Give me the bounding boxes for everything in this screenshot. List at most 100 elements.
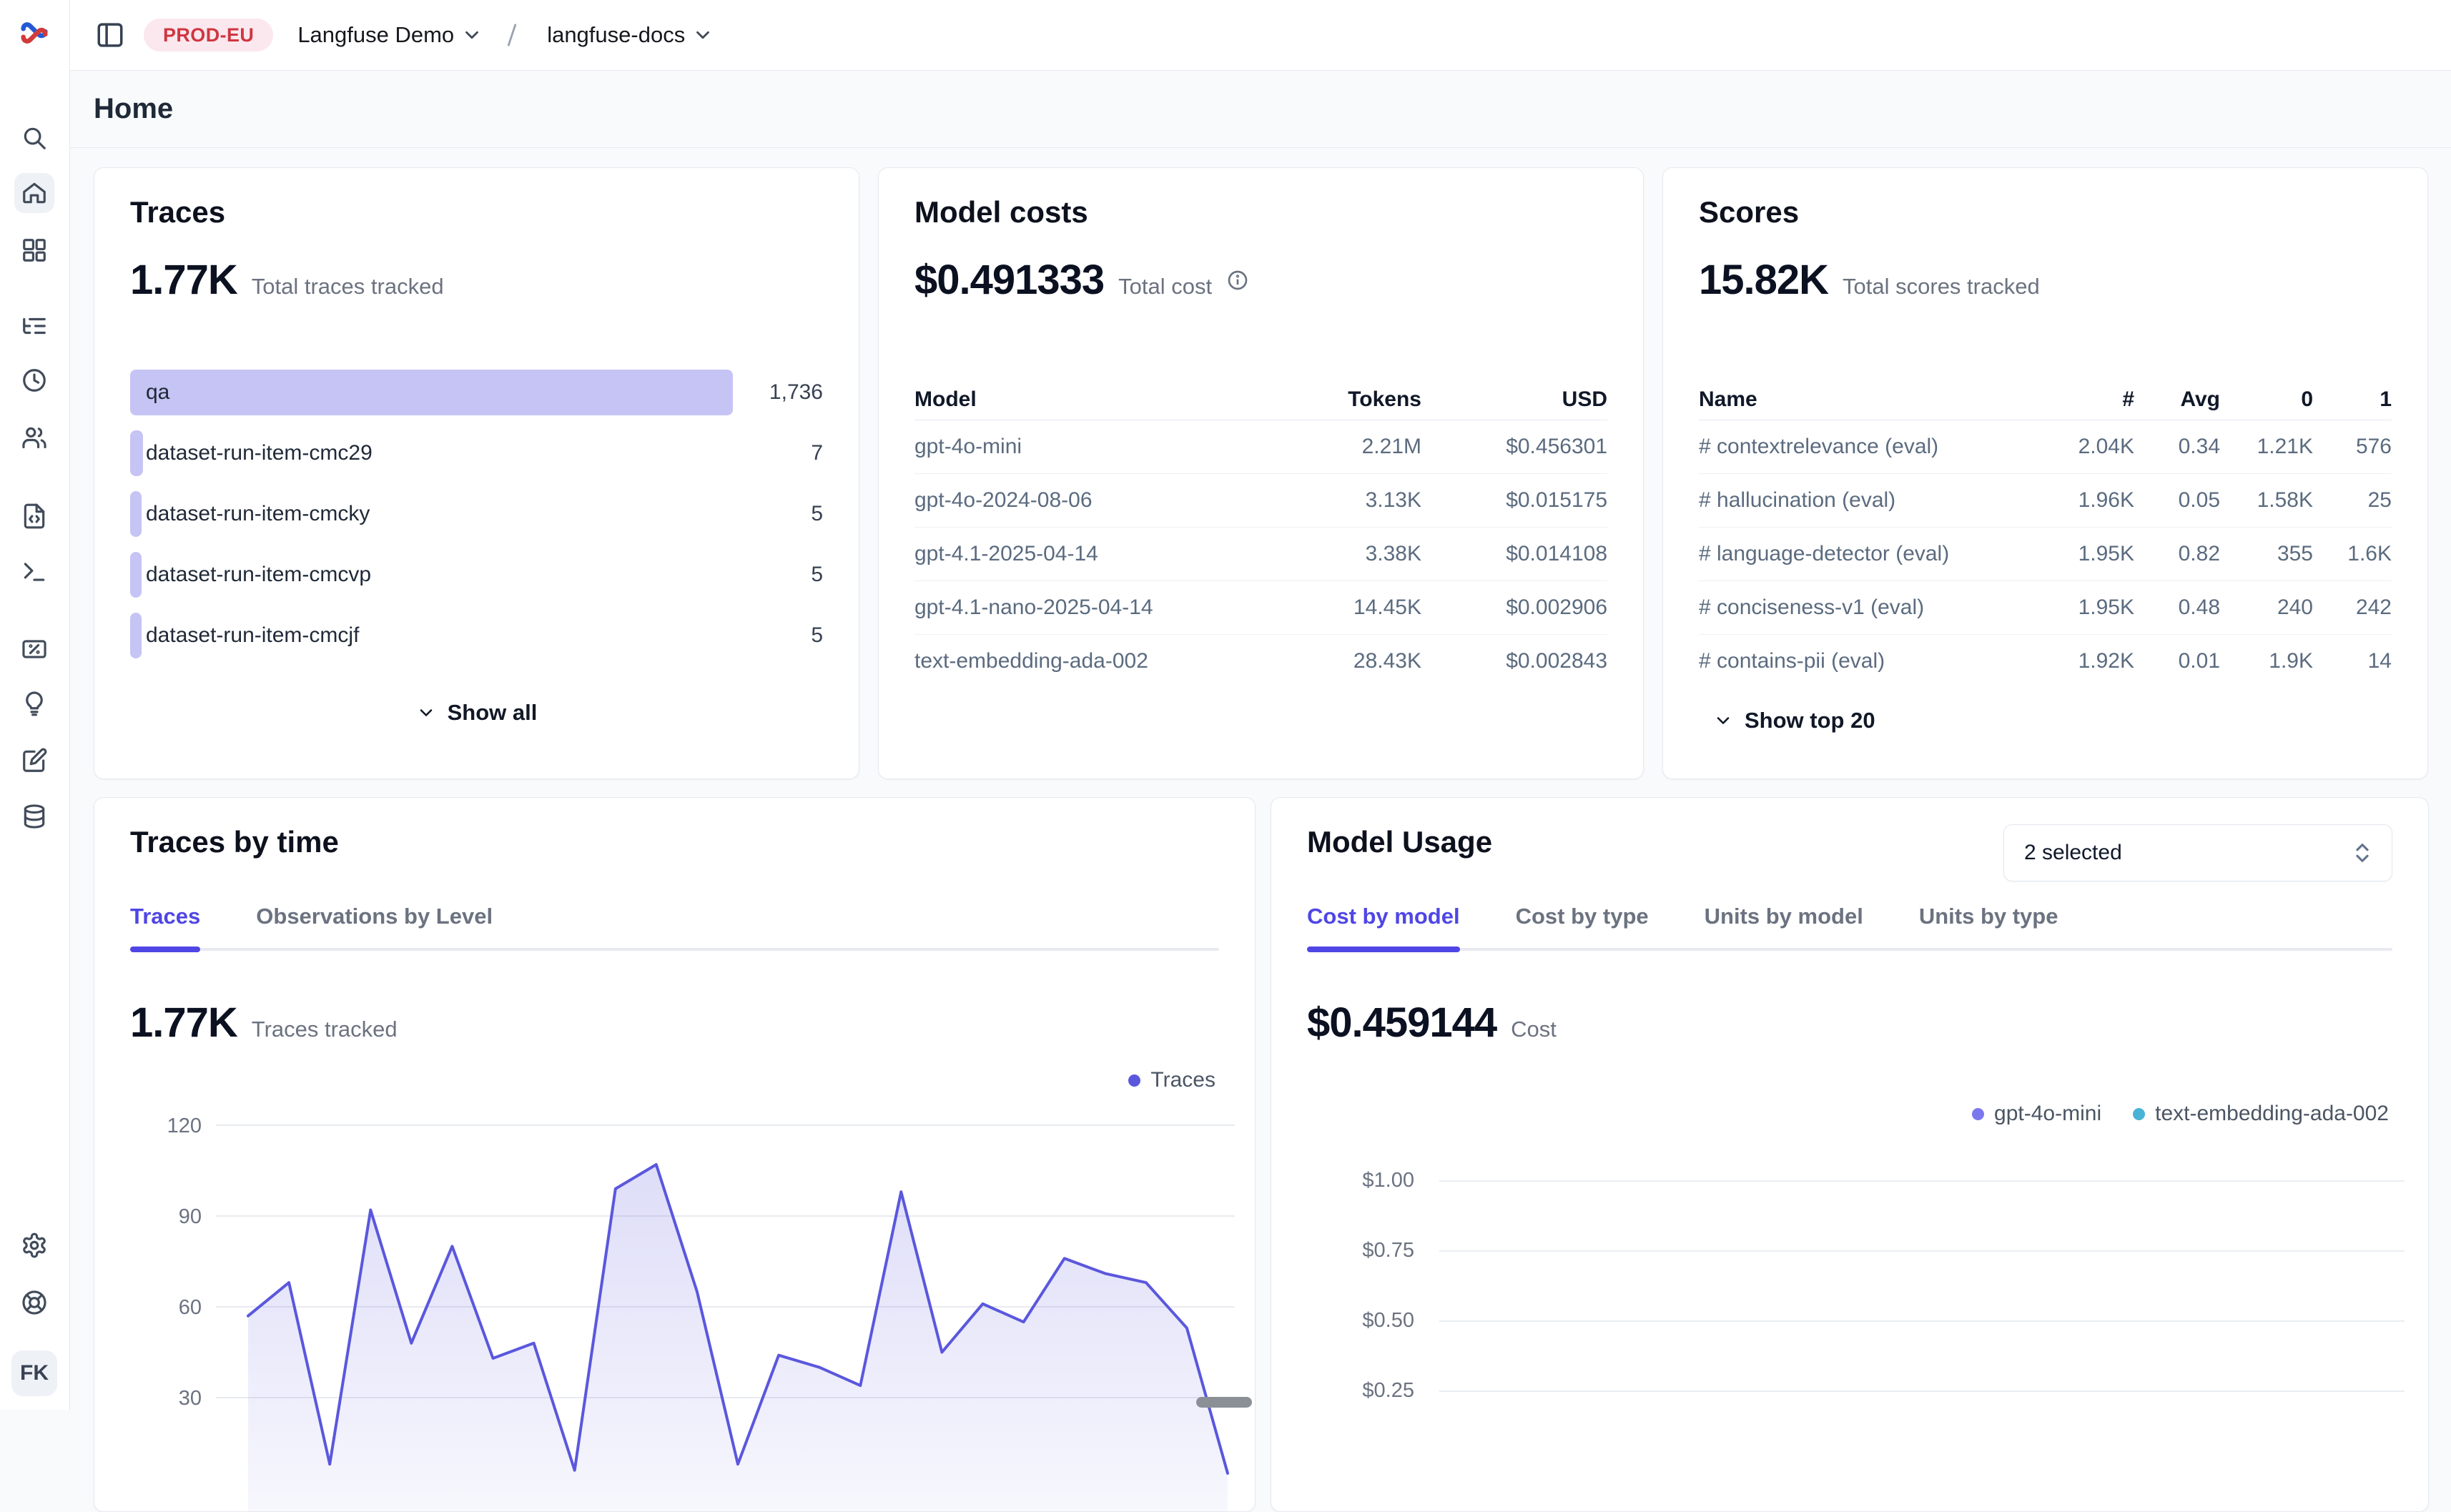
trace-list-item[interactable]: dataset-run-item-cmcjf 5	[130, 613, 823, 658]
show-all-button[interactable]: Show all	[130, 700, 823, 726]
table-row: text-embedding-ada-00228.43K$0.002843	[914, 635, 1607, 688]
scores-metric: 15.82K Total scores tracked	[1699, 258, 2392, 302]
sidebar-item-users[interactable]	[14, 417, 54, 458]
lightbulb-icon	[21, 690, 48, 717]
org-switcher[interactable]: Langfuse Demo	[297, 22, 483, 48]
y-axis-tick: 90	[179, 1205, 202, 1228]
model-usage-metric-label: Cost	[1511, 1017, 1557, 1042]
bottom-cards-row: Traces by time TracesObservations by Lev…	[94, 797, 2428, 1512]
active-tab-underline	[130, 947, 200, 952]
tab-observations-by-level[interactable]: Observations by Level	[256, 904, 493, 929]
tab-units-by-model[interactable]: Units by model	[1705, 904, 1863, 929]
tab-traces[interactable]: Traces	[130, 904, 200, 929]
trace-count: 7	[811, 430, 823, 476]
sidebar-item-suggestions[interactable]	[14, 683, 54, 723]
model-usage-tabs: Cost by model Cost by type Units by model U…	[1307, 904, 2392, 929]
legend-dot	[1128, 1074, 1140, 1087]
column-header: Name	[1699, 387, 2056, 412]
trace-list-item[interactable]: qa 1,736	[130, 370, 823, 415]
row-label: # hallucination (eval)	[1699, 488, 2056, 513]
row-value: 0.82	[2134, 542, 2220, 566]
traces-list: qa 1,736 dataset-run-item-cmc29 7 datase…	[130, 370, 823, 658]
sidebar-item-home[interactable]	[14, 173, 54, 213]
column-header: USD	[1421, 387, 1607, 412]
breadcrumb-slash-icon	[501, 21, 523, 49]
row-value: 576	[2313, 435, 2392, 459]
table-header: Name#Avg01	[1699, 380, 2392, 420]
legend-label: text-embedding-ada-002	[2155, 1102, 2389, 1126]
trace-list-item[interactable]: dataset-run-item-cmc29 7	[130, 430, 823, 476]
terminal-icon	[21, 558, 48, 585]
user-avatar[interactable]: FK	[11, 1350, 57, 1396]
traces-by-time-tabs: Traces Observations by Level	[130, 904, 1219, 929]
row-value: $0.002906	[1421, 596, 1607, 620]
row-value: 1.95K	[2056, 542, 2134, 566]
project-switcher[interactable]: langfuse-docs	[547, 22, 714, 48]
legend-item[interactable]: gpt-4o-mini	[1972, 1102, 2101, 1126]
gridline	[1439, 1180, 2405, 1182]
table-row: # language-detector (eval)1.95K0.823551.…	[1699, 528, 2392, 581]
sidebar-item-annotation[interactable]	[14, 741, 54, 781]
sidebar-item-sessions[interactable]	[14, 360, 54, 400]
y-axis-row: $1.00	[1307, 1169, 2405, 1192]
tab-cost-by-type[interactable]: Cost by type	[1516, 904, 1649, 929]
y-axis-tick: $0.50	[1307, 1309, 1414, 1333]
sidebar: FK	[0, 0, 70, 1410]
table-row: # contextrelevance (eval)2.04K0.341.21K5…	[1699, 420, 2392, 474]
project-name: langfuse-docs	[547, 22, 685, 48]
sidebar-item-search[interactable]	[14, 118, 54, 158]
legend-item[interactable]: Traces	[1128, 1068, 1215, 1092]
model-select-dropdown[interactable]: 2 selected	[2003, 824, 2392, 881]
sidebar-item-datasets[interactable]	[14, 796, 54, 836]
sidebar-item-settings[interactable]	[14, 1225, 54, 1265]
sidebar-item-prompts[interactable]	[14, 496, 54, 536]
info-icon[interactable]	[1226, 269, 1249, 292]
dashboards-icon	[21, 237, 48, 264]
row-value: 0.48	[2134, 596, 2220, 620]
model-usage-metric-value: $0.459144	[1307, 1001, 1496, 1045]
row-value: 1.92K	[2056, 649, 2134, 673]
lifebuoy-icon	[21, 1289, 48, 1316]
trace-name: qa	[146, 370, 169, 415]
y-axis-row: $0.50	[1307, 1309, 2405, 1333]
legend-label: Traces	[1150, 1068, 1215, 1092]
sidebar-item-tracing[interactable]	[14, 306, 54, 346]
sidebar-item-dashboards[interactable]	[14, 230, 54, 270]
sidebar-item-evaluators[interactable]	[14, 629, 54, 669]
gear-icon	[21, 1232, 48, 1259]
trace-list-item[interactable]: dataset-run-item-cmcvp 5	[130, 552, 823, 598]
row-value: 1.9K	[2220, 649, 2313, 673]
row-value: $0.456301	[1421, 435, 1607, 459]
trace-bar	[130, 613, 142, 658]
active-tab-underline	[1307, 947, 1460, 952]
row-value: 2.21M	[1257, 435, 1421, 459]
trace-list-item[interactable]: dataset-run-item-cmcky 5	[130, 491, 823, 537]
sidebar-item-support[interactable]	[14, 1283, 54, 1323]
y-axis-row: $0.25	[1307, 1379, 2405, 1403]
column-header: Tokens	[1257, 387, 1421, 412]
database-icon	[21, 803, 48, 830]
table-row: gpt-4o-2024-08-063.13K$0.015175	[914, 474, 1607, 528]
horizontal-scrollbar-thumb[interactable]	[1196, 1397, 1252, 1408]
scores-metric-label: Total scores tracked	[1843, 274, 2040, 300]
table-row: # hallucination (eval)1.96K0.051.58K25	[1699, 474, 2392, 528]
row-value: 14.45K	[1257, 596, 1421, 620]
row-value: 0.34	[2134, 435, 2220, 459]
tab-cost-by-model[interactable]: Cost by model	[1307, 904, 1460, 929]
top-cards-row: Traces 1.77K Total traces tracked qa 1,7…	[94, 167, 2428, 779]
tab-units-by-type[interactable]: Units by type	[1919, 904, 2058, 929]
model-costs-title: Model costs	[914, 195, 1607, 229]
show-top-20-button[interactable]: Show top 20	[1699, 708, 2392, 733]
table-row: # contains-pii (eval)1.92K0.011.9K14	[1699, 635, 2392, 688]
legend-item[interactable]: text-embedding-ada-002	[2133, 1102, 2389, 1126]
row-label: gpt-4o-2024-08-06	[914, 488, 1257, 513]
scores-metric-value: 15.82K	[1699, 258, 1828, 302]
sidebar-item-playground[interactable]	[14, 552, 54, 592]
row-value: 0.05	[2134, 488, 2220, 513]
y-axis-row: $0.75	[1307, 1239, 2405, 1263]
row-value: $0.014108	[1421, 542, 1607, 566]
list-tree-icon	[21, 312, 48, 340]
sidebar-toggle-button[interactable]	[94, 19, 127, 51]
langfuse-logo[interactable]	[14, 13, 54, 53]
legend-dot	[2133, 1108, 2145, 1120]
